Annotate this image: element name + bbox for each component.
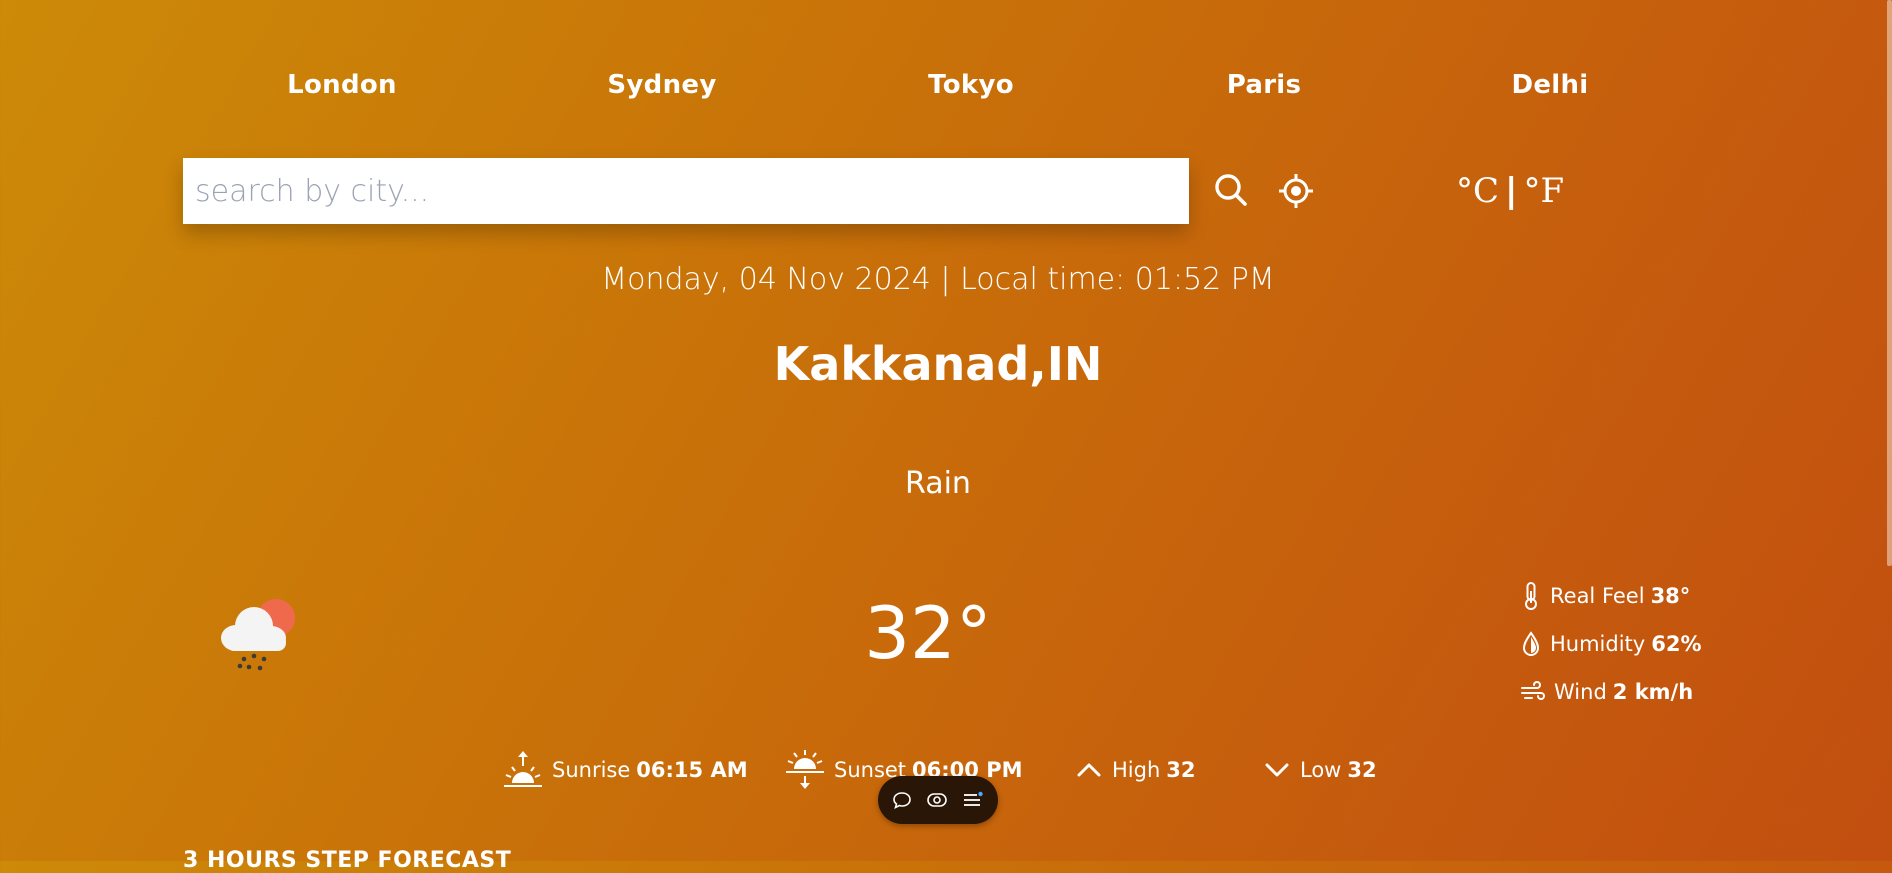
- real-feel-value: 38°: [1650, 584, 1691, 608]
- sunrise-icon: [504, 751, 542, 787]
- sunrise-label: Sunrise: [552, 758, 631, 782]
- chevron-up-icon: [1077, 763, 1101, 777]
- real-feel-label: Real Feel: [1550, 584, 1645, 608]
- eye-toggle-icon[interactable]: [926, 790, 948, 810]
- crosshair-location-icon[interactable]: [1278, 173, 1314, 213]
- weather-condition: Rain: [905, 466, 971, 501]
- humidity-label: Humidity: [1550, 632, 1646, 656]
- droplet-icon: [1522, 631, 1540, 656]
- comment-icon[interactable]: [892, 790, 912, 810]
- wind-value: 2 km/h: [1612, 680, 1694, 704]
- sunrise-value: 06:15 AM: [636, 758, 748, 782]
- low-item: Low 32: [1262, 748, 1377, 792]
- chevron-down-icon: [1265, 763, 1289, 777]
- sunset-icon: [786, 750, 824, 789]
- low-label: Low: [1300, 758, 1342, 782]
- unit-separator: |: [1505, 171, 1518, 211]
- high-label: High: [1112, 758, 1161, 782]
- humidity-row: Humidity 62%: [1520, 620, 1701, 668]
- celsius-button[interactable]: °C: [1456, 171, 1499, 211]
- wind-icon: [1521, 681, 1545, 700]
- sunrise-item: Sunrise 06:15 AM: [502, 748, 748, 792]
- city-link-delhi[interactable]: Delhi: [1511, 70, 1588, 100]
- thermometer-icon: [1525, 582, 1537, 610]
- search-input[interactable]: [183, 158, 1189, 224]
- city-link-sydney[interactable]: Sydney: [607, 70, 716, 100]
- low-value: 32: [1347, 758, 1377, 782]
- location-title: Kakkanad,IN: [773, 337, 1103, 391]
- city-link-london[interactable]: London: [287, 70, 397, 100]
- high-item: High 32: [1074, 748, 1196, 792]
- city-link-tokyo[interactable]: Tokyo: [928, 70, 1014, 100]
- high-value: 32: [1166, 758, 1196, 782]
- search-box: [183, 158, 1189, 224]
- wind-row: Wind 2 km/h: [1520, 668, 1701, 716]
- menu-icon[interactable]: [962, 790, 984, 810]
- real-feel-row: Real Feel 38°: [1520, 572, 1701, 620]
- city-link-paris[interactable]: Paris: [1227, 70, 1302, 100]
- unit-toggle: °C | °F: [1456, 171, 1564, 211]
- weather-details: Real Feel 38° Humidity 62% Wind 2 km/h: [1520, 572, 1701, 716]
- search-icon[interactable]: [1214, 173, 1248, 211]
- fahrenheit-button[interactable]: °F: [1523, 171, 1564, 211]
- city-nav: London Sydney Tokyo Paris Delhi: [0, 70, 1892, 110]
- local-datetime: Monday, 04 Nov 2024 | Local time: 01:52 …: [601, 262, 1275, 297]
- humidity-value: 62%: [1651, 632, 1702, 656]
- wind-label: Wind: [1554, 680, 1607, 704]
- floating-toolbar: [878, 776, 998, 824]
